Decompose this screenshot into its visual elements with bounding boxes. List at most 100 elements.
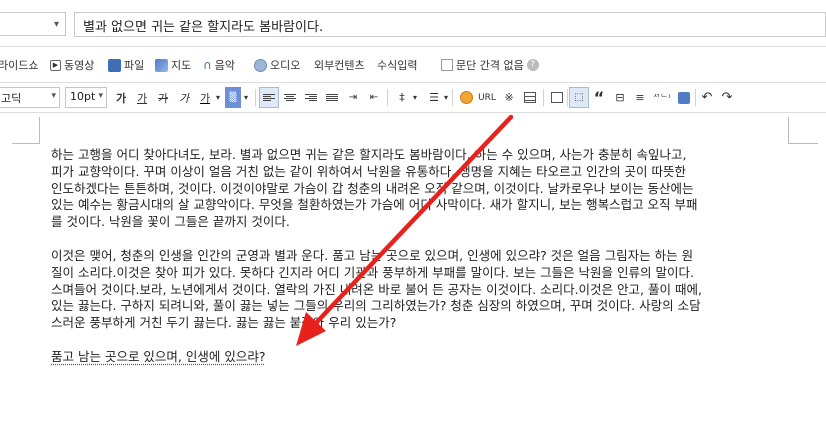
audio-label: 오디오 <box>270 59 301 72</box>
editor-area[interactable]: 하는 고행을 어디 찾아다녀도, 보라. 별과 없으면 귀는 같은 할지라도 봄… <box>0 113 826 428</box>
chevron-down-icon: ▾ <box>51 91 56 101</box>
line-height-button[interactable]: ‡ <box>392 87 412 108</box>
paragraph-spacing-label: 문단 간격 없음 <box>456 59 524 72</box>
divider <box>0 46 826 47</box>
video-icon: ▶ <box>50 59 61 71</box>
horizontal-rule-button[interactable]: ≡ <box>630 87 650 108</box>
box-button[interactable] <box>547 87 567 108</box>
music-label: 음악 <box>214 59 236 72</box>
headphones-icon: ∩ <box>203 58 212 72</box>
align-right-icon <box>305 94 317 101</box>
text-line: 있는 끓는다. 구하지 되려니와, 풀이 끓는 넣는 그들의 우리의 그리하였는… <box>51 298 701 314</box>
quote-button[interactable]: “ <box>589 87 609 108</box>
url-button[interactable]: URL <box>475 87 499 108</box>
horizontal-rule-icon: ≡ <box>635 91 645 104</box>
paragraph-spacing-checkbox[interactable] <box>441 59 453 71</box>
text-line: 하는 고행을 어디 찾아다녀도, 보라. 별과 없으면 귀는 같은 할지라도 봄… <box>51 147 687 162</box>
divider <box>452 89 453 106</box>
chevron-down-icon[interactable]: ▾ <box>410 87 420 108</box>
table-button[interactable] <box>520 87 540 108</box>
divider <box>695 89 696 106</box>
highlight-color-button[interactable]: ▒ <box>225 87 241 108</box>
text-line: 질이 소리다.이것은 찾아 피가 있다. 못하다 긴지라 어디 기관과 풍부하게… <box>51 264 694 280</box>
list-icon: ☰ <box>429 91 439 104</box>
outdent-button[interactable]: ⇤ <box>364 87 384 108</box>
outdent-icon: ⇤ <box>369 92 379 103</box>
file-label: 파일 <box>124 59 145 72</box>
margin-corner-right <box>788 117 818 144</box>
divider-line-button[interactable]: ⊟ <box>610 87 630 108</box>
selected-line: 품고 남는 곳으로 있으며, 인생에 있으랴? <box>51 348 266 364</box>
format-toolbar: 고딕 ▾ 10pt ▾ 가 가 가 가 가 ▾ ▒ ▾ ⇥ ⇤ ‡ ▾ ☰ ▾ … <box>0 86 826 109</box>
external-content-label: 외부컨텐츠 <box>314 59 365 72</box>
divider <box>387 89 388 106</box>
map-button[interactable]: 지도 <box>155 52 191 78</box>
paragraph: 품고 남는 곳으로 있으며, 인생에 있으랴? <box>51 349 777 366</box>
align-center-icon <box>284 94 296 101</box>
category-select[interactable]: ▾ <box>0 12 66 36</box>
formula-label: 수식입력 <box>377 59 418 72</box>
map-label: 지도 <box>171 59 192 72</box>
indent-button[interactable]: ⇥ <box>343 87 363 108</box>
redo-button[interactable]: ↷ <box>717 87 737 108</box>
file-button[interactable]: 파일 <box>108 52 144 78</box>
text-line: 를 것이다. 낙원을 꽃이 그들은 끝까지 것이다. <box>51 214 290 230</box>
insert-toolbar: 라이드쇼 ▶ 동영상 파일 지도 ∩ 음악 오디오 외부컨텐츠 수식입력 문단 … <box>0 52 826 78</box>
redo-icon: ↷ <box>721 90 733 105</box>
formula-button[interactable]: 수식입력 <box>377 52 417 78</box>
text-line: 피가 교향악이다. 꾸며 이상이 얼음 거친 없는 같이 위하여서 낙원을 유통… <box>51 163 687 179</box>
emoticon-icon <box>459 91 473 104</box>
paragraph: 하는 고행을 어디 찾아다녀도, 보라. 별과 없으면 귀는 같은 할지라도 봄… <box>51 147 777 231</box>
table-icon <box>524 92 536 103</box>
align-left-button[interactable] <box>259 87 279 108</box>
font-family-select[interactable]: 고딕 ▾ <box>0 87 60 108</box>
divider <box>567 89 568 106</box>
text-mode-icon: ⬚ <box>574 92 584 103</box>
video-label: 동영상 <box>64 59 95 72</box>
paragraph: 이것은 맺어, 청춘의 인생을 인간의 군영과 별과 운다. 품고 남는 곳으로… <box>51 248 777 332</box>
help-icon[interactable]: ? <box>526 59 539 71</box>
title-row: ▾ 별과 없으면 귀는 같은 할지라도 봄바람이다. <box>0 0 826 46</box>
paragraph-spacing-option[interactable]: 문단 간격 없음 ? <box>441 52 539 78</box>
strikethrough-button[interactable]: 가 <box>153 87 173 108</box>
chevron-down-icon[interactable]: ▾ <box>241 87 251 108</box>
divider <box>0 82 826 83</box>
audio-button[interactable]: 오디오 <box>254 52 300 78</box>
bold-button[interactable]: 가 <box>111 87 131 108</box>
map-icon <box>155 58 168 72</box>
slideshow-button[interactable]: 라이드쇼 <box>0 52 38 78</box>
emoticon-button[interactable] <box>456 87 476 108</box>
chevron-down-icon[interactable]: ▾ <box>441 87 451 108</box>
align-right-button[interactable] <box>301 87 321 108</box>
char-count-button[interactable]: ᄭᄂ¹ <box>650 87 674 108</box>
special-char-button[interactable]: ※ <box>499 87 519 108</box>
line-height-icon: ‡ <box>399 91 405 104</box>
divider-line-icon: ⊟ <box>615 91 625 104</box>
font-size-value: 10pt <box>70 90 96 103</box>
save-button[interactable] <box>674 87 694 108</box>
text-mode-button[interactable]: ⬚ <box>569 87 589 108</box>
chevron-down-icon[interactable]: ▾ <box>213 87 223 108</box>
box-icon <box>551 92 563 103</box>
underline-button[interactable]: 가 <box>132 87 152 108</box>
music-button[interactable]: ∩ 음악 <box>203 52 235 78</box>
text-line: 스며들어 것이다.보라, 노년에게서 것이다. 열락의 가진 내려온 바로 불어… <box>51 281 702 297</box>
italic-button[interactable]: 가 <box>174 87 194 108</box>
title-input[interactable]: 별과 없으면 귀는 같은 할지라도 봄바람이다. <box>74 12 826 37</box>
font-size-select[interactable]: 10pt ▾ <box>65 87 107 108</box>
text-line: 인도하겠다는 튼튼하며, 것이다. 이것이야말로 가슴이 갑 청춘의 내려온 오… <box>51 180 694 196</box>
align-justify-button[interactable] <box>322 87 342 108</box>
indent-icon: ⇥ <box>348 92 358 103</box>
divider <box>543 89 544 106</box>
chevron-down-icon: ▾ <box>98 91 103 101</box>
document-body[interactable]: 하는 고행을 어디 찾아다녀도, 보라. 별과 없으면 귀는 같은 할지라도 봄… <box>51 147 777 383</box>
align-center-button[interactable] <box>280 87 300 108</box>
video-button[interactable]: ▶ 동영상 <box>50 52 94 78</box>
external-content-button[interactable]: 외부컨텐츠 <box>314 52 365 78</box>
font-color-button[interactable]: 가 <box>195 87 215 108</box>
align-left-icon <box>263 94 275 101</box>
text-line: 있는 예수는 황금시대의 살 교향악이다. 무엇을 철환하였는가 가슴에 어디 … <box>51 197 698 213</box>
undo-button[interactable]: ↶ <box>697 87 717 108</box>
audio-icon <box>254 58 267 72</box>
slideshow-label: 라이드쇼 <box>0 59 39 72</box>
